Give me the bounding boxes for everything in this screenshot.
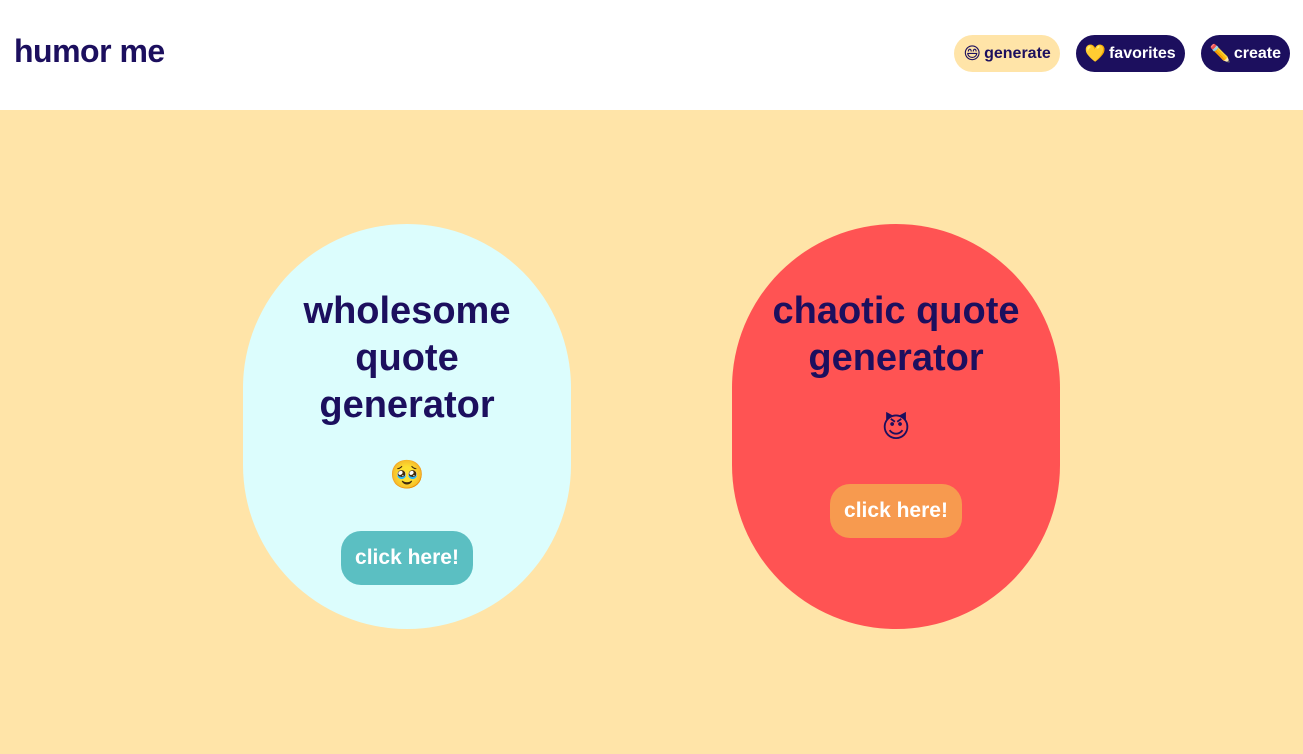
chaotic-card-title: chaotic quote generator (772, 290, 1020, 379)
chaotic-generator-card: chaotic quote generator 😈 click here! (732, 224, 1060, 629)
nav-create-label: create (1233, 44, 1281, 62)
grinning-face-icon: 😄 (963, 44, 982, 63)
pencil-icon: ✏️ (1209, 44, 1231, 63)
chaotic-click-here-button[interactable]: click here! (830, 484, 962, 538)
nav-generate-label: generate (984, 44, 1051, 62)
brand-title[interactable]: humor me (14, 33, 165, 70)
nav-favorites-label: favorites (1108, 44, 1176, 62)
nav-generate-button[interactable]: 😄 generate (954, 35, 1060, 72)
wholesome-click-here-button[interactable]: click here! (341, 531, 473, 585)
main-nav: 😄 generate 💛 favorites ✏️ create (954, 35, 1290, 72)
nav-favorites-button[interactable]: 💛 favorites (1075, 35, 1185, 72)
main-content: wholesome quote generator 🥹 click here! … (0, 110, 1303, 754)
yellow-heart-icon: 💛 (1084, 44, 1106, 63)
top-header: humor me 😄 generate 💛 favorites ✏️ creat… (0, 0, 1303, 110)
nav-create-button[interactable]: ✏️ create (1200, 35, 1290, 72)
pleading-face-icon: 🥹 (389, 459, 425, 490)
wholesome-generator-card: wholesome quote generator 🥹 click here! (243, 224, 571, 629)
smiling-devil-icon: 😈 (881, 412, 911, 443)
wholesome-card-title: wholesome quote generator (303, 290, 511, 426)
